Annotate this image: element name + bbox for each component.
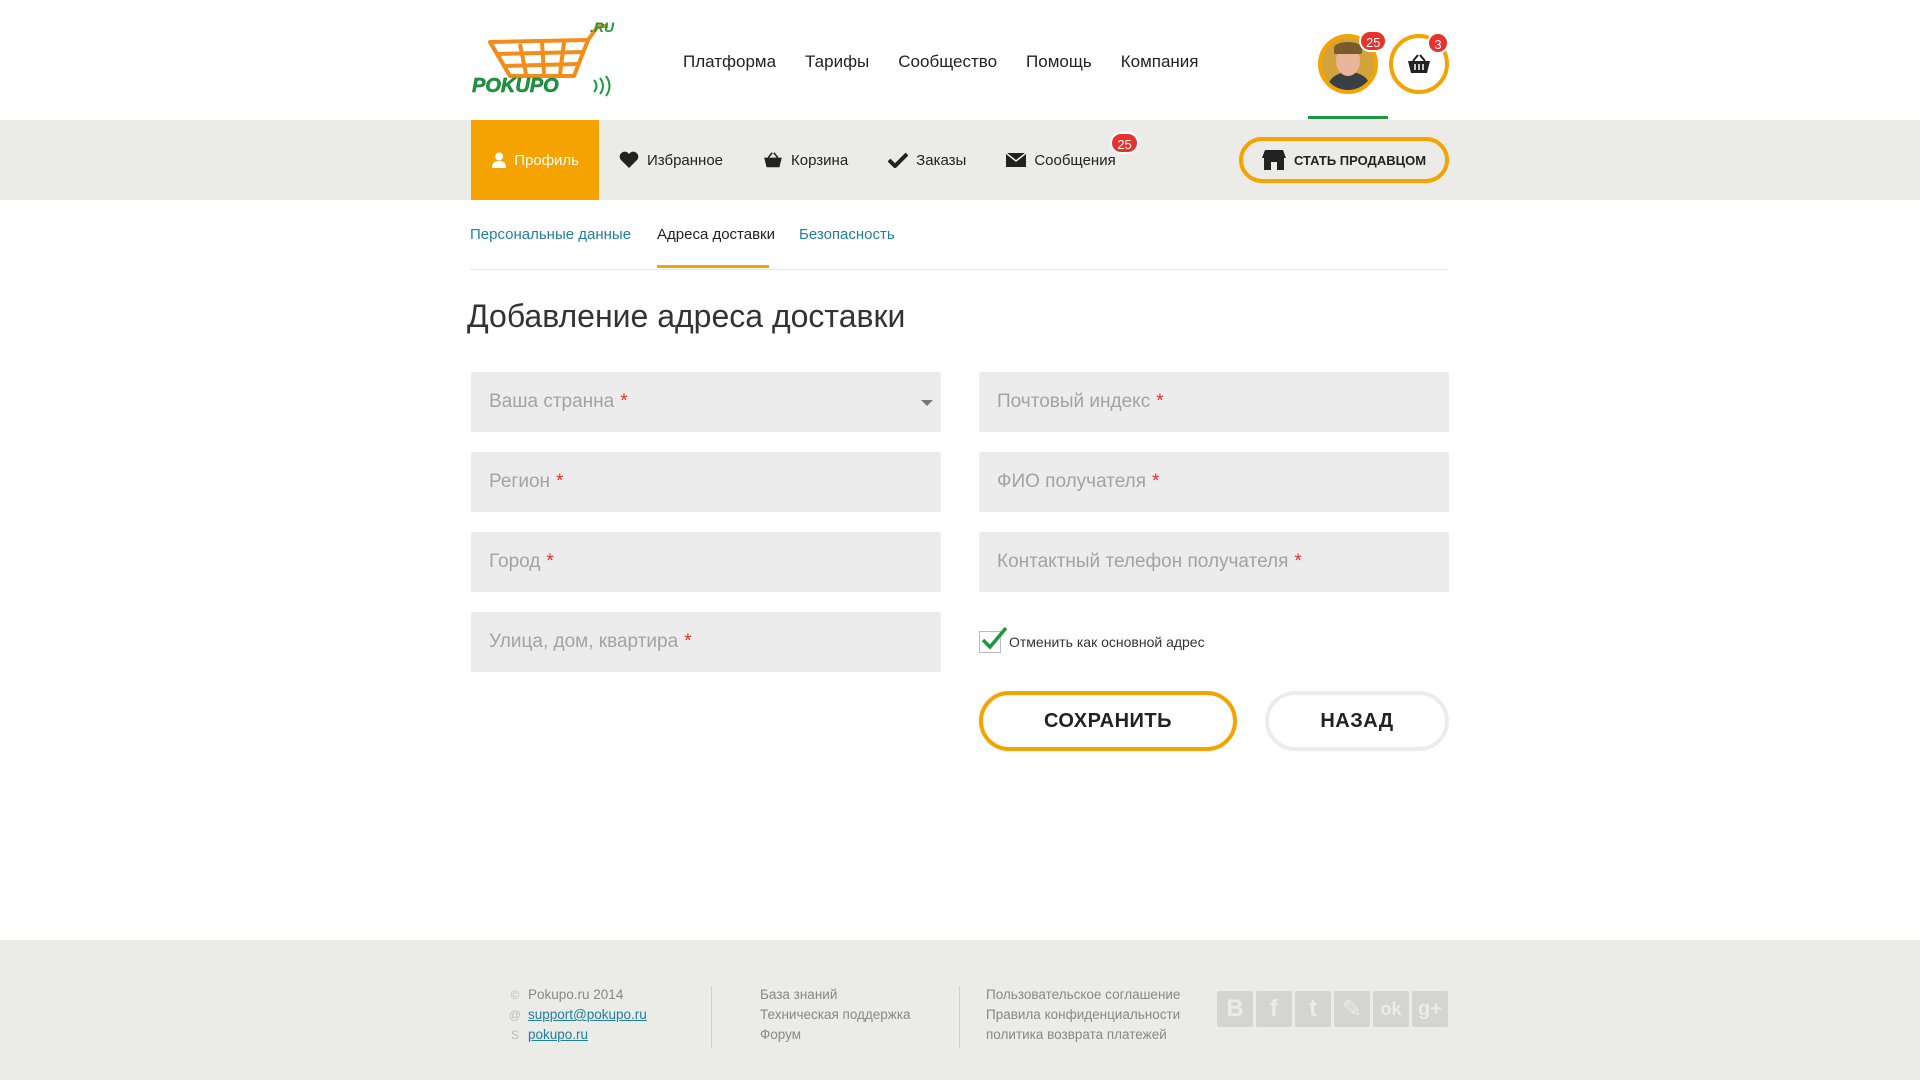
top-nav: Платформа Тарифы Сообщество Помощь Компа… [683,52,1228,72]
page: .RU POKUPO Платформа Тарифы Сообщество П… [0,0,1920,1080]
footer-divider [711,986,712,1048]
footer-knowledge-base[interactable]: База знаний [760,985,911,1005]
nav-platform[interactable]: Платформа [683,52,776,72]
avatar-badge: 25 [1359,30,1388,52]
tab-security[interactable]: Безопасность [799,226,895,243]
postal-code-input[interactable]: Почтовый индекс * [979,372,1449,432]
basket-icon [1408,54,1430,73]
footer-help-links: База знаний Техническая поддержка Форум [760,985,911,1045]
envelope-icon [1006,153,1027,167]
required-mark: * [546,551,554,572]
livejournal-icon[interactable]: ✎ [1334,991,1370,1027]
profile-subnav: Профиль Избранное Корзина Заказы Сообщен… [471,120,1139,200]
required-mark: * [684,631,692,652]
required-mark: * [620,391,628,412]
subnav-messages-label: Сообщения [1034,151,1116,169]
footer [0,940,1920,1080]
nav-company[interactable]: Компания [1121,52,1199,72]
phone-placeholder: Контактный телефон получателя [997,551,1289,572]
profile-tabs: Персональные данные Адреса доставки Безо… [470,222,1449,270]
back-button[interactable]: НАЗАД [1265,691,1449,751]
recipient-phone-input[interactable]: Контактный телефон получателя * [979,532,1449,592]
footer-privacy-policy[interactable]: Правила конфиденциальности [986,1005,1180,1025]
subnav-favorites[interactable]: Избранное [599,120,743,200]
nav-help[interactable]: Помощь [1026,52,1092,72]
header: .RU POKUPO Платформа Тарифы Сообщество П… [0,0,1920,120]
city-input[interactable]: Город * [471,532,941,592]
subnav-favorites-label: Избранное [647,151,724,169]
subnav-cart[interactable]: Корзина [743,120,868,200]
avatar-active-underline [1308,116,1388,119]
at-icon: @ [508,1008,522,1022]
basket-icon [764,152,782,168]
primary-address-label: Отменить как основной адрес [1009,634,1205,650]
avatar-hair [1334,42,1362,54]
footer-user-agreement[interactable]: Пользовательское соглашение [986,985,1180,1005]
footer-skype-row: S pokupo.ru [508,1025,647,1045]
footer-refund-policy[interactable]: политика возврата платежей [986,1025,1180,1045]
user-icon [492,152,507,169]
twitter-icon[interactable]: t [1295,991,1331,1027]
subnav-orders-label: Заказы [916,151,967,169]
footer-legal-links: Пользовательское соглашение Правила конф… [986,985,1180,1045]
recipient-placeholder: ФИО получателя [997,471,1147,492]
footer-contacts: © Pokupo.ru 2014 @ support@pokupo.ru S p… [508,985,647,1045]
nav-tariffs[interactable]: Тарифы [805,52,869,72]
tab-delivery-addresses[interactable]: Адреса доставки [657,226,775,243]
social-links: В f t ✎ ok g+ [1217,991,1448,1027]
required-mark: * [556,471,564,492]
postal-placeholder: Почтовый индекс [997,391,1151,412]
chevron-down-icon [921,400,933,406]
check-icon [888,152,909,168]
region-placeholder: Регион [489,471,551,492]
messages-badge: 25 [1110,132,1139,154]
odnoklassniki-icon[interactable]: ok [1373,991,1409,1027]
nav-community[interactable]: Сообщество [898,52,997,72]
required-mark: * [1156,391,1164,412]
subnav-profile[interactable]: Профиль [471,120,599,200]
heart-icon [619,151,639,168]
primary-address-checkbox[interactable] [979,626,1008,653]
primary-address-checkbox-row[interactable]: Отменить как основной адрес [979,626,1205,653]
svg-text:.RU: .RU [590,20,615,35]
become-seller-label: СТАТЬ ПРОДАВЦОМ [1293,152,1427,168]
tab-personal-data[interactable]: Персональные данные [470,226,631,243]
subnav-messages[interactable]: Сообщения 25 [986,120,1139,200]
street-placeholder: Улица, дом, квартира [489,631,679,652]
footer-forum[interactable]: Форум [760,1025,911,1045]
skype-icon: S [510,1028,519,1042]
region-input[interactable]: Регион * [471,452,941,512]
store-icon [1261,150,1286,170]
country-placeholder: Ваша странна [489,391,615,412]
vk-icon[interactable]: В [1217,991,1253,1027]
svg-text:POKUPO: POKUPO [472,75,559,97]
country-select[interactable]: Ваша странна * [471,372,941,432]
profile-subnav-bar: Профиль Избранное Корзина Заказы Сообщен… [0,120,1920,200]
checkmark-icon [981,626,1008,650]
required-mark: * [1152,471,1160,492]
street-input[interactable]: Улица, дом, квартира * [471,612,941,672]
footer-email-link[interactable]: support@pokupo.ru [528,1005,647,1025]
recipient-name-input[interactable]: ФИО получателя * [979,452,1449,512]
footer-copyright: Pokupo.ru 2014 [528,987,624,1002]
subnav-cart-label: Корзина [791,151,849,169]
footer-divider [959,986,960,1048]
page-title: Добавление адреса доставки [467,298,906,334]
facebook-icon[interactable]: f [1256,991,1292,1027]
google-plus-icon[interactable]: g+ [1412,991,1448,1027]
become-seller-button[interactable]: СТАТЬ ПРОДАВЦОМ [1239,137,1449,183]
footer-skype-link[interactable]: pokupo.ru [528,1025,588,1045]
footer-tech-support[interactable]: Техническая поддержка [760,1005,911,1025]
city-placeholder: Город [489,551,541,572]
save-button[interactable]: СОХРАНИТЬ [979,691,1237,751]
required-mark: * [1294,551,1302,572]
copyright-icon: © [510,988,520,1002]
cart-badge: 3 [1427,32,1449,54]
footer-email-row: @ support@pokupo.ru [508,1005,647,1025]
active-tab-underline [657,265,769,268]
footer-copyright-row: © Pokupo.ru 2014 [508,985,647,1005]
subnav-orders[interactable]: Заказы [868,120,986,200]
pokupo-logo[interactable]: .RU POKUPO [470,20,620,102]
subnav-profile-label: Профиль [514,151,579,169]
